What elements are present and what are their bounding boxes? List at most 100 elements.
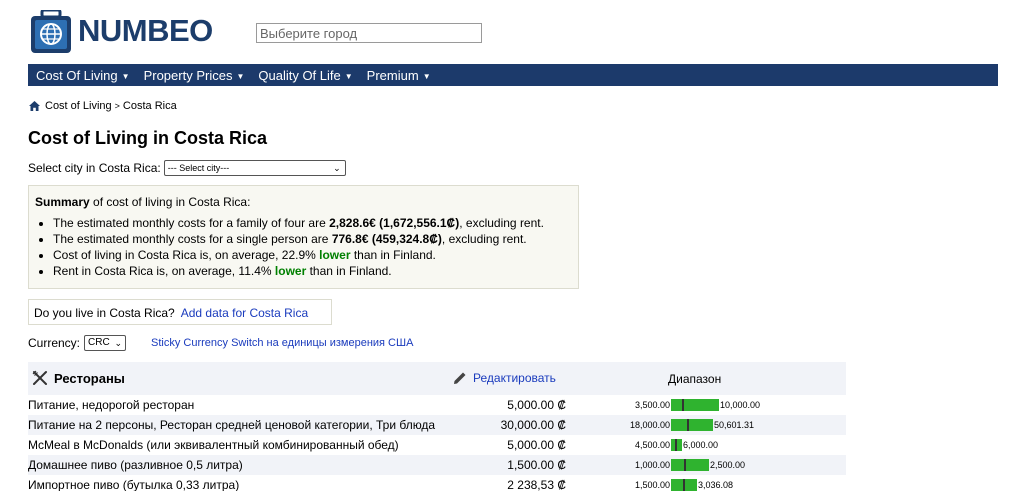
summary-heading-rest: of cost of living in Costa Rica:: [89, 195, 251, 209]
summary-lower: lower: [274, 264, 307, 278]
prices-table: Рестораны Редактировать Диапазон Питание…: [28, 362, 846, 491]
currency-select[interactable]: CRC ⌄: [84, 335, 127, 351]
table-row: Домашнее пиво (разливное 0,5 литра) 1,500…: [28, 455, 846, 475]
nav-cost-of-living[interactable]: Cost Of Living ▼: [36, 68, 130, 83]
summary-text: Rent in Costa Rica is, on average, 11.4%: [53, 264, 275, 278]
range-max: 3,036.08: [698, 480, 734, 490]
category-title: Рестораны: [54, 371, 125, 386]
numbeo-logo[interactable]: NUMBEO: [30, 8, 214, 56]
item-price: 30,000.00 ₡: [500, 418, 566, 432]
edit-button[interactable]: Редактировать: [453, 371, 556, 385]
summary-item: The estimated monthly costs for a family…: [53, 216, 572, 231]
range-marker: [684, 459, 686, 471]
summary-text: Cost of living in Costa Rica is, on aver…: [53, 248, 320, 262]
item-name: Питание на 2 персоны, Ресторан средней ц…: [28, 418, 436, 432]
currency-row: Currency: CRC ⌄ Sticky Currency Switch н…: [28, 335, 413, 351]
summary-text: than in Finland.: [306, 264, 392, 278]
table-header: Рестораны Редактировать Диапазон: [28, 362, 846, 395]
range-marker: [687, 419, 689, 431]
nav-label: Quality Of Life: [258, 67, 341, 83]
summary-box: Summary of cost of living in Costa Rica:…: [28, 185, 579, 289]
range-min: 1,000.00: [634, 460, 670, 470]
item-name: McMeal в McDonalds (или эквивалентный ко…: [28, 438, 399, 452]
live-here-box: Do you live in Costa Rica? Add data for C…: [28, 299, 332, 325]
city-select[interactable]: --- Select city--- ⌄: [163, 160, 346, 176]
range-min: 1,500.00: [634, 480, 670, 490]
chevron-down-icon: ▼: [344, 71, 353, 81]
summary-heading: Summary of cost of living in Costa Rica:: [35, 195, 572, 209]
range-bar: [671, 399, 719, 411]
summary-value: 776.8€ (459,324.8₡): [331, 232, 442, 246]
page-title: Cost of Living in Costa Rica: [28, 128, 268, 148]
table-row: Питание на 2 персоны, Ресторан средней ц…: [28, 415, 846, 435]
chevron-down-icon: ⌄: [114, 338, 123, 348]
item-price: 1,500.00 ₡: [507, 458, 566, 472]
breadcrumb: Cost of Living > Costa Rica: [29, 100, 177, 112]
table-row: Питание, недорогой ресторан 5,000.00 ₡ 3,5…: [28, 395, 846, 415]
item-name: Домашнее пиво (разливное 0,5 литра): [28, 458, 243, 472]
edit-label: Редактировать: [473, 371, 556, 385]
table-body: Питание, недорогой ресторан 5,000.00 ₡ 3,5…: [28, 395, 846, 491]
summary-lower: lower: [319, 248, 351, 262]
summary-text: The estimated monthly costs for a family…: [53, 216, 330, 230]
summary-heading-bold: Summary: [35, 195, 90, 209]
live-question: Do you live in Costa Rica?: [34, 306, 175, 320]
range-max: 50,601.31: [714, 420, 755, 430]
city-select-value: --- Select city---: [167, 163, 230, 173]
range-min: 18,000.00: [629, 420, 670, 430]
chevron-down-icon: ▼: [236, 71, 245, 81]
add-data-link[interactable]: Add data for Costa Rica: [181, 306, 308, 320]
summary-text: than in Finland.: [350, 248, 436, 262]
nav-label: Property Prices: [143, 67, 233, 83]
numbeo-bag-icon: [31, 10, 71, 53]
breadcrumb-cost-of-living[interactable]: Cost of Living: [45, 100, 112, 112]
summary-item: Rent in Costa Rica is, on average, 11.4%…: [53, 264, 572, 279]
range-max: 6,000.00: [683, 440, 719, 450]
range-bar: [671, 459, 709, 471]
pencil-icon: [454, 372, 466, 384]
item-price: 2 238,53 ₡: [507, 478, 566, 491]
summary-text: , excluding rent.: [441, 232, 527, 246]
summary-value: 2,828.6€ (1,672,556.1₡): [329, 216, 460, 230]
main-nav: Cost Of Living ▼ Property Prices ▼ Quality…: [28, 64, 998, 86]
summary-item: The estimated monthly costs for a single…: [53, 232, 572, 247]
currency-value: CRC: [88, 337, 110, 348]
city-search-input[interactable]: [256, 23, 482, 43]
nav-label: Cost Of Living: [36, 67, 118, 83]
range-min: 3,500.00: [634, 400, 670, 410]
chevron-down-icon: ▼: [422, 71, 431, 81]
range-bar: [671, 419, 713, 431]
summary-text: , excluding rent.: [459, 216, 544, 230]
nav-quality-of-life[interactable]: Quality Of Life ▼: [258, 68, 352, 83]
chevron-down-icon: ⌄: [333, 163, 341, 173]
range-header: Диапазон: [668, 372, 722, 386]
breadcrumb-costa-rica[interactable]: Costa Rica: [123, 100, 177, 112]
summary-text: The estimated monthly costs for a single…: [53, 232, 332, 246]
range-max: 10,000.00: [720, 400, 761, 410]
table-row: McMeal в McDonalds (или эквивалентный ко…: [28, 435, 846, 455]
item-name: Питание, недорогой ресторан: [28, 398, 195, 412]
summary-list: The estimated monthly costs for a family…: [53, 216, 572, 279]
currency-label: Currency:: [28, 336, 81, 350]
item-price: 5,000.00 ₡: [507, 438, 566, 452]
city-select-row: Select city in Costa Rica: --- Select ci…: [28, 160, 346, 176]
logo-text: NUMBEO: [78, 13, 213, 48]
item-name: Импортное пиво (бутылка 0,33 литра): [28, 478, 240, 491]
home-icon[interactable]: [29, 101, 40, 111]
cutlery-icon: [32, 370, 47, 385]
range-max: 2,500.00: [710, 460, 746, 470]
range-marker: [683, 479, 685, 491]
item-price: 5,000.00 ₡: [507, 398, 566, 412]
chevron-down-icon: ▼: [121, 71, 130, 81]
sticky-currency-link[interactable]: Sticky Currency Switch на единицы измере…: [151, 337, 413, 349]
nav-property-prices[interactable]: Property Prices ▼: [144, 68, 245, 83]
range-min: 4,500.00: [634, 440, 670, 450]
breadcrumb-separator: >: [114, 101, 120, 111]
range-marker: [675, 439, 677, 451]
summary-item: Cost of living in Costa Rica is, on aver…: [53, 248, 572, 263]
range-marker: [682, 399, 684, 411]
nav-premium[interactable]: Premium ▼: [367, 68, 431, 83]
table-row: Импортное пиво (бутылка 0,33 литра) 2 238…: [28, 475, 846, 491]
city-select-label: Select city in Costa Rica:: [28, 161, 161, 175]
nav-label: Premium: [366, 67, 419, 83]
